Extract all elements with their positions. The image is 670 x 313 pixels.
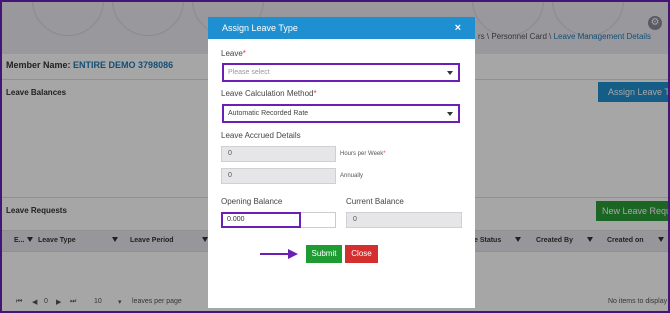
- current-balance-label: Current Balance: [346, 197, 404, 206]
- method-label-text: Leave Calculation Method: [221, 89, 314, 98]
- pointer-arrow-icon: [260, 249, 298, 259]
- close-button[interactable]: Close: [345, 245, 378, 263]
- calculation-method-select[interactable]: Automatic Recorded Rate: [222, 104, 460, 123]
- opening-balance-input-extension[interactable]: [301, 212, 336, 228]
- opening-balance-label: Opening Balance: [221, 197, 283, 206]
- required-mark: *: [313, 89, 317, 98]
- submit-button[interactable]: Submit: [306, 245, 342, 263]
- dropdown-caret-icon: [447, 112, 453, 116]
- required-mark: *: [383, 151, 386, 157]
- leave-select-placeholder: Please select: [228, 69, 270, 76]
- dialog-header: Assign Leave Type ×: [208, 17, 475, 39]
- close-icon[interactable]: ×: [455, 17, 461, 39]
- hours-per-week-field: 0: [221, 146, 336, 162]
- current-balance-field: 0: [346, 212, 462, 228]
- assign-leave-type-dialog: Assign Leave Type × Leave* Please select…: [208, 17, 475, 308]
- method-label: Leave Calculation Method*: [221, 89, 317, 98]
- leave-label: Leave*: [221, 49, 246, 58]
- hours-unit-text: Hours per Week: [340, 151, 384, 157]
- leave-select[interactable]: Please select: [222, 63, 460, 82]
- calculation-method-value: Automatic Recorded Rate: [228, 110, 309, 117]
- opening-balance-input[interactable]: 0.000: [221, 212, 301, 228]
- dialog-title: Assign Leave Type: [222, 23, 298, 33]
- hours-per-week-unit: Hours per Week*: [340, 151, 386, 157]
- leave-label-text: Leave: [221, 49, 243, 58]
- required-mark: *: [242, 49, 246, 58]
- annually-field: 0: [221, 168, 336, 184]
- dropdown-caret-icon: [447, 71, 453, 75]
- accrued-details-label: Leave Accrued Details: [221, 131, 301, 140]
- annually-unit: Annually: [340, 173, 364, 179]
